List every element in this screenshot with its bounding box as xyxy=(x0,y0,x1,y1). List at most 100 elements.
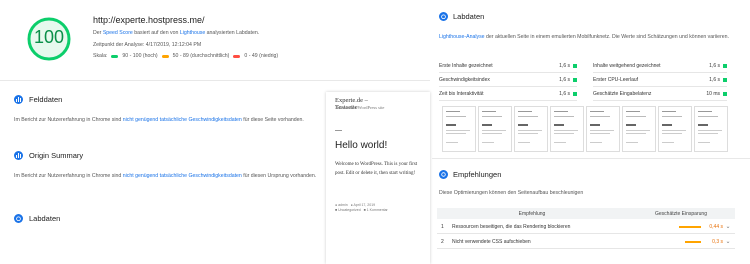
scale-high-label: 90 - 100 (hoch) xyxy=(122,53,158,59)
meta-comment: 1 Kommentar xyxy=(366,208,388,212)
felddaten-text: Im Bericht zur Nutzererfahrung in Chrome… xyxy=(14,116,314,124)
filmstrip-frame xyxy=(478,106,512,152)
opportunity-value: 0,3 s xyxy=(712,238,723,245)
opportunity-label: Ressourcen beseitigen, die das Rendering… xyxy=(452,223,571,230)
filmstrip-frame xyxy=(586,106,620,152)
desc-mid: basiert auf den von xyxy=(132,30,180,36)
metric-row: Inhalte weitgehend gezeichnet 1,6 s xyxy=(593,60,727,73)
metric-value-wrap: 10 ms xyxy=(706,91,727,97)
origin-link[interactable]: nicht genügend tatsächliche Geschwindigk… xyxy=(123,173,242,179)
filmstrip-frame xyxy=(694,106,728,152)
score-gauge: 100 xyxy=(26,16,72,62)
speed-score-link[interactable]: Speed Score xyxy=(103,30,133,36)
preview-tagline: Just another WordPress site xyxy=(335,105,385,110)
pass-square-icon xyxy=(573,78,577,82)
metric-row: Geschwindigkeitsindex 1,6 s xyxy=(439,74,577,87)
metric-row: Zeit bis Interaktivität 1,6 s xyxy=(439,88,577,101)
metric-value: 1,6 s xyxy=(559,77,570,83)
pass-square-icon xyxy=(723,78,727,82)
metric-value: 10 ms xyxy=(706,91,720,97)
metric-value: 1,6 s xyxy=(559,63,570,69)
metric-value: 1,6 s xyxy=(559,91,570,97)
feld-text-suffix: für diese Seite vorhanden. xyxy=(241,117,304,123)
metric-value-wrap: 1,6 s xyxy=(559,91,577,97)
desc-prefix: Der xyxy=(93,30,103,36)
metric-label: Geschwindigkeitsindex xyxy=(439,77,490,83)
opportunity-label: Nicht verwendete CSS aufschieben xyxy=(452,238,531,245)
header-divider xyxy=(0,80,430,81)
metric-value: 1,6 s xyxy=(709,63,720,69)
filmstrip-frame xyxy=(550,106,584,152)
labdaten-title: Labdaten xyxy=(453,12,485,21)
opportunity-table-header: Empfehlung Geschätzte Einsparung xyxy=(437,208,735,219)
page-preview: Experte.de – Testseite Just another Word… xyxy=(326,92,430,264)
filmstrip-frame xyxy=(442,106,476,152)
scale-high-swatch xyxy=(111,54,119,58)
metric-value: 1,6 s xyxy=(709,77,720,83)
metric-label: Zeit bis Interaktivität xyxy=(439,91,484,97)
metric-value-wrap: 1,6 s xyxy=(709,77,727,83)
bar-chart-icon xyxy=(14,95,23,104)
meta-author-icon: ● xyxy=(335,203,338,207)
filmstrip-frame xyxy=(658,106,692,152)
savings-bar xyxy=(679,225,701,228)
metric-row: Erste Inhalte gezeichnet 1,6 s xyxy=(439,60,577,73)
origin-text-suffix: für diesen Ursprung vorhanden. xyxy=(241,173,317,179)
metric-value-wrap: 1,6 s xyxy=(559,63,577,69)
opportunity-number: 2 xyxy=(441,238,444,245)
scale-mid-label: 50 - 89 (durchschnittlich) xyxy=(172,53,230,59)
lighthouse-link[interactable]: Lighthouse xyxy=(180,30,205,36)
preview-meta: ● admin ● April 17, 2019 ■ Uncategorized… xyxy=(335,203,425,213)
chevron-down-icon[interactable]: ⌄ xyxy=(723,238,733,245)
analysis-time: Zeitpunkt der Analyse: 4/17/2019, 12:12:… xyxy=(93,42,202,48)
meta-cat-icon: ■ xyxy=(335,208,338,212)
metric-label: Erste Inhalte gezeichnet xyxy=(439,63,493,69)
desc-suffix: analysierten Labdaten. xyxy=(205,30,260,36)
preview-post-title: Hello world! xyxy=(335,140,388,151)
scale-label: Skala: xyxy=(93,53,108,59)
scale-mid-swatch xyxy=(161,54,169,58)
labdaten-description: Lighthouse-Analyse der aktuellen Seite i… xyxy=(439,33,735,41)
metric-value-wrap: 1,6 s xyxy=(559,77,577,83)
empfehlungen-title: Empfehlungen xyxy=(453,170,502,179)
metric-row: Erster CPU-Leerlauf 1,6 s xyxy=(593,74,727,87)
origin-bar-chart-icon xyxy=(14,151,23,160)
origin-text-prefix: Im Bericht zur Nutzererfahrung in Chrome… xyxy=(14,173,123,179)
empfehlungen-description: Diese Optimierungen können den Seitenauf… xyxy=(439,190,584,196)
opportunity-value: 0,44 s xyxy=(709,223,723,230)
opportunity-row[interactable]: 1 Ressourcen beseitigen, die das Renderi… xyxy=(437,220,735,234)
metric-label: Inhalte weitgehend gezeichnet xyxy=(593,63,661,69)
metric-row: Geschätzte Eingabelatenz 10 ms xyxy=(593,88,727,101)
score-value: 100 xyxy=(33,27,65,47)
meta-comment-icon: ■ xyxy=(363,208,366,212)
page-url: http://experte.hostpress.me/ xyxy=(93,15,205,25)
pass-square-icon xyxy=(723,64,727,68)
feld-link[interactable]: nicht genügend tatsächliche Geschwindigk… xyxy=(123,117,242,123)
meta-author: admin xyxy=(338,203,348,207)
metric-label: Geschätzte Eingabelatenz xyxy=(593,91,652,97)
pass-square-icon xyxy=(573,64,577,68)
pass-square-icon xyxy=(573,92,577,96)
empfehlungen-divider xyxy=(432,158,750,159)
filmstrip-frame xyxy=(514,106,548,152)
metric-label: Erster CPU-Leerlauf xyxy=(593,77,639,83)
scale-low-label: 0 - 49 (niedrig) xyxy=(244,53,279,59)
preview-rule xyxy=(335,130,342,131)
col-savings: Geschätzte Einsparung xyxy=(655,210,707,217)
origin-summary-title: Origin Summary xyxy=(29,151,84,160)
origin-summary-text: Im Bericht zur Nutzererfahrung in Chrome… xyxy=(14,172,324,180)
labdaten-timer-icon xyxy=(439,12,448,21)
feld-text-prefix: Im Bericht zur Nutzererfahrung in Chrome… xyxy=(14,117,123,123)
labdaten-left-title: Labdaten xyxy=(29,214,61,223)
col-recommendation: Empfehlung xyxy=(518,210,546,217)
opportunity-row[interactable]: 2 Nicht verwendete CSS aufschieben 0,3 s… xyxy=(437,235,735,249)
opportunity-number: 1 xyxy=(441,223,444,230)
preview-body: Welcome to WordPress. This is your first… xyxy=(335,162,418,176)
lighthouse-analysis-link[interactable]: Lighthouse-Analyse xyxy=(439,34,485,40)
chevron-down-icon[interactable]: ⌄ xyxy=(723,223,733,230)
score-scale: Skala: 90 - 100 (hoch) 50 - 89 (durchsch… xyxy=(93,53,278,59)
metric-value-wrap: 1,6 s xyxy=(709,63,727,69)
savings-bar xyxy=(685,240,701,243)
recommendations-icon xyxy=(439,170,448,179)
meta-date: April 17, 2019 xyxy=(353,203,376,207)
